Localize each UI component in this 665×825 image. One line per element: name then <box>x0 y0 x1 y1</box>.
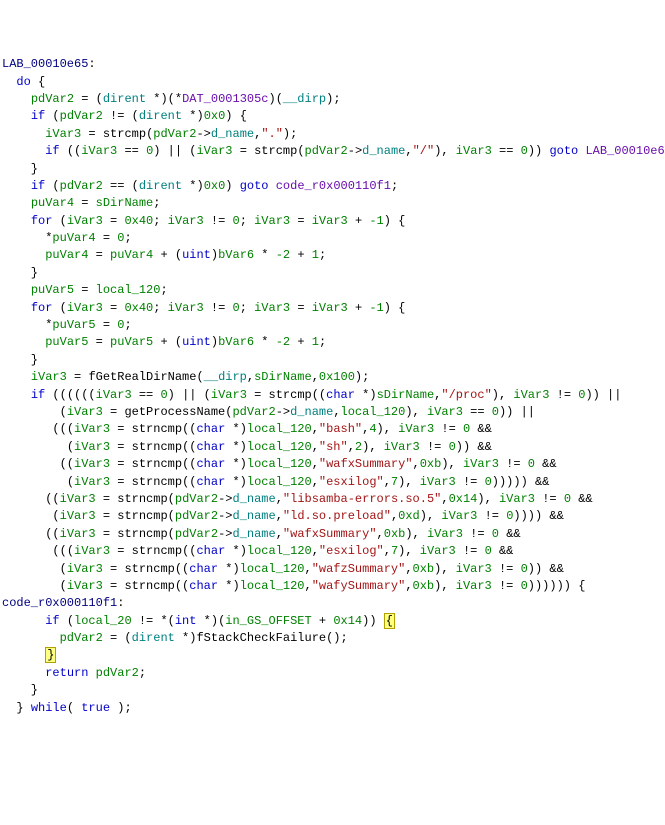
line: ((iVar3 = strncmp((char *)local_120,"waf… <box>2 457 557 471</box>
line: (((iVar3 = strncmp((char *)local_120,"ba… <box>2 422 492 436</box>
line: (((iVar3 = strncmp((char *)local_120,"es… <box>2 544 513 558</box>
colon: : <box>88 57 95 71</box>
line: iVar3 = fGetRealDirName(__dirp,sDirName,… <box>2 370 369 384</box>
line: for (iVar3 = 0x40; iVar3 != 0; iVar3 = i… <box>2 214 405 228</box>
line: pdVar2 = (dirent *)fStackCheckFailure(); <box>2 631 348 645</box>
line: for (iVar3 = 0x40; iVar3 != 0; iVar3 = i… <box>2 301 405 315</box>
line: iVar3 = strcmp(pdVar2->d_name,"."); <box>2 127 297 141</box>
line: if (pdVar2 == (dirent *)0x0) goto code_r… <box>2 179 398 193</box>
line: } <box>2 266 38 280</box>
line: } <box>2 162 38 176</box>
line: (iVar3 = getProcessName(pdVar2->d_name,l… <box>2 405 535 419</box>
highlighted-close-brace: } <box>45 647 56 663</box>
line: puVar5 = local_120; <box>2 283 168 297</box>
line: if ((iVar3 == 0) || (iVar3 = strcmp(pdVa… <box>2 144 665 158</box>
line: *puVar4 = 0; <box>2 231 132 245</box>
line: if (local_20 != *(int *)(in_GS_OFFSET + … <box>2 614 395 628</box>
label-code-r0x000110f1: code_r0x000110f1 <box>2 596 117 610</box>
line: puVar4 = puVar4 + (uint)bVar6 * -2 + 1; <box>2 248 326 262</box>
line: ((iVar3 = strncmp(pdVar2->d_name,"libsam… <box>2 492 593 506</box>
line: (iVar3 = strncmp(pdVar2->d_name,"ld.so.p… <box>2 509 564 523</box>
label-lab-00010e65: LAB_00010e65 <box>2 57 88 71</box>
line: do { <box>2 75 45 89</box>
line: } <box>2 683 38 697</box>
line: ((iVar3 = strncmp(pdVar2->d_name,"wafxSu… <box>2 527 521 541</box>
line: pdVar2 = (dirent *)(*DAT_0001305c)(__dir… <box>2 92 341 106</box>
highlighted-open-brace: { <box>384 613 395 629</box>
line: puVar4 = sDirName; <box>2 196 160 210</box>
line: *puVar5 = 0; <box>2 318 132 332</box>
line: puVar5 = puVar5 + (uint)bVar6 * -2 + 1; <box>2 335 326 349</box>
line: return pdVar2; <box>2 666 146 680</box>
line: } while( true ); <box>2 701 132 715</box>
line: (iVar3 = strncmp((char *)local_120,"esxi… <box>2 475 549 489</box>
line: (iVar3 = strncmp((char *)local_120,"wafy… <box>2 579 585 593</box>
line: if ((((((iVar3 == 0) || (iVar3 = strcmp(… <box>2 388 621 402</box>
line: if (pdVar2 != (dirent *)0x0) { <box>2 109 247 123</box>
line: } <box>2 648 56 662</box>
decompiled-code-block: LAB_00010e65: do { pdVar2 = (dirent *)(*… <box>0 35 665 721</box>
line: (iVar3 = strncmp((char *)local_120,"wafz… <box>2 562 564 576</box>
line: } <box>2 353 38 367</box>
line: (iVar3 = strncmp((char *)local_120,"sh",… <box>2 440 492 454</box>
